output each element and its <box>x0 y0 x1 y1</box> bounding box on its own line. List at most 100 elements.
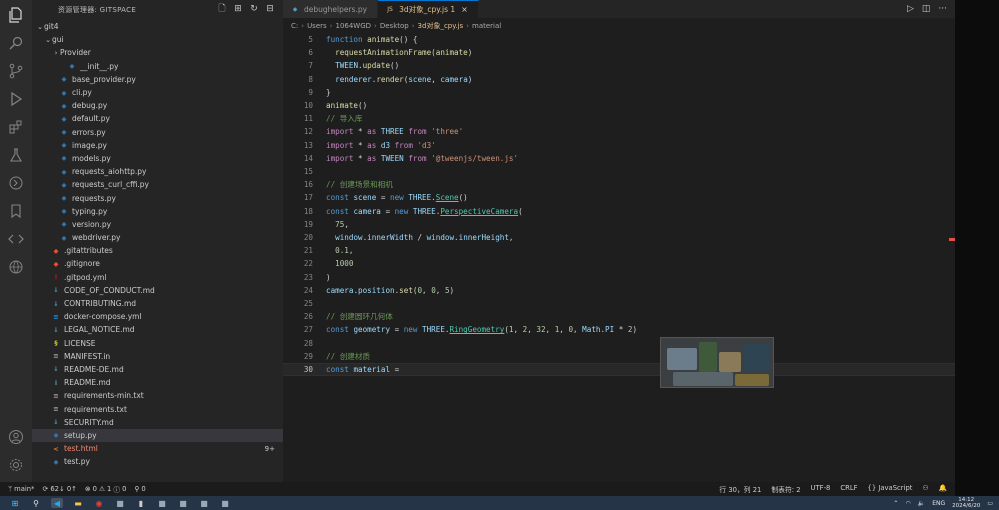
tree-file-item[interactable]: ↓ CODE_OF_CONDUCT.md <box>32 284 283 297</box>
clock[interactable]: 14:12 2024/6/20 <box>952 497 980 509</box>
tree-file-item[interactable]: ◆ .gitattributes <box>32 244 283 257</box>
tree-file-item[interactable]: ≡ MANIFEST.in <box>32 350 283 363</box>
new-file-icon[interactable]: 🗋 <box>217 4 227 14</box>
code-line[interactable]: 12 import * as THREE from 'three' <box>283 125 955 138</box>
breadcrumb-item[interactable]: Desktop <box>380 22 409 30</box>
breadcrumb-file[interactable]: 3d对象_cpy.js <box>418 21 464 31</box>
code-line[interactable]: 6 requestAnimationFrame(animate) <box>283 46 955 59</box>
chrome-icon[interactable]: ◉ <box>93 498 105 508</box>
notification-center-icon[interactable]: ▭ <box>987 500 993 507</box>
tree-folder-item[interactable]: ⌄ gui <box>32 33 283 46</box>
ime-indicator[interactable]: ENG <box>932 500 945 507</box>
code-line[interactable]: 17 const scene = new THREE.Scene() <box>283 191 955 204</box>
run-icon[interactable]: ▷ <box>907 4 914 14</box>
problems-status[interactable]: ⊗ 0 ⚠ 1 ⓘ 0 <box>85 484 127 494</box>
tree-file-item[interactable]: ◆ version.py <box>32 218 283 231</box>
tree-file-item[interactable]: ◆ image.py <box>32 139 283 152</box>
code-line[interactable]: 19 75, <box>283 218 955 231</box>
code-line[interactable]: 7 TWEEN.update() <box>283 59 955 72</box>
tree-file-item[interactable]: ≡ requirements-min.txt <box>32 389 283 402</box>
code-editor[interactable]: 5 function animate() {6 requestAnimationF… <box>283 33 955 482</box>
code-line[interactable]: 25 <box>283 297 955 310</box>
run-debug-icon[interactable] <box>7 90 25 108</box>
breadcrumb-item[interactable]: Users <box>307 22 327 30</box>
settings-gear-icon[interactable] <box>7 456 25 474</box>
language-mode[interactable]: {} JavaScript <box>868 484 913 494</box>
close-icon[interactable]: × <box>461 5 468 14</box>
code-line[interactable]: 22 1000 <box>283 257 955 270</box>
tree-file-item[interactable]: ◆ __init__.py <box>32 60 283 73</box>
tree-file-item[interactable]: ◆ .gitignore <box>32 257 283 270</box>
source-control-icon[interactable] <box>7 62 25 80</box>
more-actions-icon[interactable]: ··· <box>938 4 947 14</box>
code-line[interactable]: 5 function animate() { <box>283 33 955 46</box>
app-icon[interactable]: ■ <box>219 498 231 508</box>
new-folder-icon[interactable]: ⊞ <box>233 4 243 14</box>
terminal-icon[interactable]: ▮ <box>135 498 147 508</box>
tree-file-item[interactable]: ↓ CONTRIBUTING.md <box>32 297 283 310</box>
notifications-icon[interactable]: 🔔 <box>939 484 947 494</box>
extensions-icon[interactable] <box>7 118 25 136</box>
tree-folder-item[interactable]: ⌄ git4 <box>32 20 283 33</box>
tree-file-item[interactable]: i README.md <box>32 376 283 389</box>
tree-file-item[interactable]: ◆ requests.py <box>32 191 283 204</box>
globe-icon[interactable] <box>7 258 25 276</box>
chevron-down-icon[interactable]: ⌄ <box>44 36 52 44</box>
volume-icon[interactable]: 🔈 <box>918 500 925 507</box>
code-line[interactable]: 18 const camera = new THREE.PerspectiveCa… <box>283 205 955 218</box>
copilot-icon[interactable]: ⚇ <box>922 484 928 494</box>
code-line[interactable]: 13 import * as d3 from 'd3' <box>283 139 955 152</box>
search-icon[interactable] <box>7 34 25 52</box>
tree-file-item[interactable]: ! .gitpod.yml <box>32 271 283 284</box>
code-line[interactable]: 20 window.innerWidth / window.innerHeigh… <box>283 231 955 244</box>
tree-file-item[interactable]: ↓ README-DE.md <box>32 363 283 376</box>
tree-file-item[interactable]: ↓ SECURITY.md <box>32 416 283 429</box>
remote-explorer-icon[interactable] <box>7 174 25 192</box>
tab-3d-cpy-js[interactable]: JS 3d对象_cpy.js 1 × <box>378 0 479 18</box>
sync-status[interactable]: ⟳ 62↓ 0↑ <box>42 485 76 493</box>
code-icon[interactable] <box>7 230 25 248</box>
testing-icon[interactable] <box>7 146 25 164</box>
ports-status[interactable]: ⚲ 0 <box>134 485 145 493</box>
tree-file-item[interactable]: ◆ webdriver.py <box>32 231 283 244</box>
code-line[interactable]: 11 // 导入库 <box>283 112 955 125</box>
app-icon[interactable]: ■ <box>114 498 126 508</box>
tree-file-item[interactable]: ◆ requests_curl_cffi.py <box>32 178 283 191</box>
tree-file-item[interactable]: ◆ setup.py <box>32 428 283 442</box>
cursor-position[interactable]: 行 30，列 21 <box>719 484 761 494</box>
code-line[interactable]: 16 // 创建场景和相机 <box>283 178 955 191</box>
code-line[interactable]: 15 <box>283 165 955 178</box>
tree-file-item[interactable]: ◆ cli.py <box>32 86 283 99</box>
refresh-icon[interactable]: ↻ <box>249 4 259 14</box>
tree-file-item[interactable]: § LICENSE <box>32 337 283 350</box>
bookmark-icon[interactable] <box>7 202 25 220</box>
tree-file-item[interactable]: ◆ test.py <box>32 455 283 468</box>
code-line[interactable]: 23) <box>283 271 955 284</box>
code-line[interactable]: 10 animate() <box>283 99 955 112</box>
account-icon[interactable] <box>7 428 25 446</box>
code-line[interactable]: 29 // 创建材质 <box>283 350 955 363</box>
code-line[interactable]: 14 import * as TWEEN from '@tweenjs/tween… <box>283 152 955 165</box>
tree-file-item[interactable]: ◆ errors.py <box>32 126 283 139</box>
tree-file-item[interactable]: ◆ base_provider.py <box>32 73 283 86</box>
branch-status[interactable]: ᛘ main* <box>8 485 34 493</box>
code-line[interactable]: 26 // 创建圆环几何体 <box>283 310 955 323</box>
code-line[interactable]: 30 const material = <box>283 363 955 377</box>
chevron-right-icon[interactable]: › <box>52 49 60 57</box>
code-line[interactable]: 27 const geometry = new THREE.RingGeometr… <box>283 323 955 336</box>
tree-file-item[interactable]: ◆ typing.py <box>32 205 283 218</box>
tray-chevron-icon[interactable]: ⌃ <box>893 500 898 507</box>
tree-file-item[interactable]: ≡ docker-compose.yml <box>32 310 283 323</box>
tree-folder-item[interactable]: › Provider <box>32 46 283 59</box>
file-explorer-icon[interactable]: ▬ <box>72 498 84 508</box>
tree-file-item[interactable]: ◆ models.py <box>32 152 283 165</box>
line-ending[interactable]: CRLF <box>840 484 857 494</box>
indentation[interactable]: 制表符: 2 <box>771 484 800 494</box>
code-line[interactable]: 24 camera.position.set(0, 0, 5) <box>283 284 955 297</box>
app-icon[interactable]: ■ <box>156 498 168 508</box>
tree-file-item[interactable]: ↓ LEGAL_NOTICE.md <box>32 323 283 336</box>
code-line[interactable]: 21 0.1, <box>283 244 955 257</box>
windows-start-icon[interactable]: ⊞ <box>9 498 21 508</box>
breadcrumb-symbol[interactable]: material <box>472 22 501 30</box>
encoding[interactable]: UTF-8 <box>811 484 831 494</box>
